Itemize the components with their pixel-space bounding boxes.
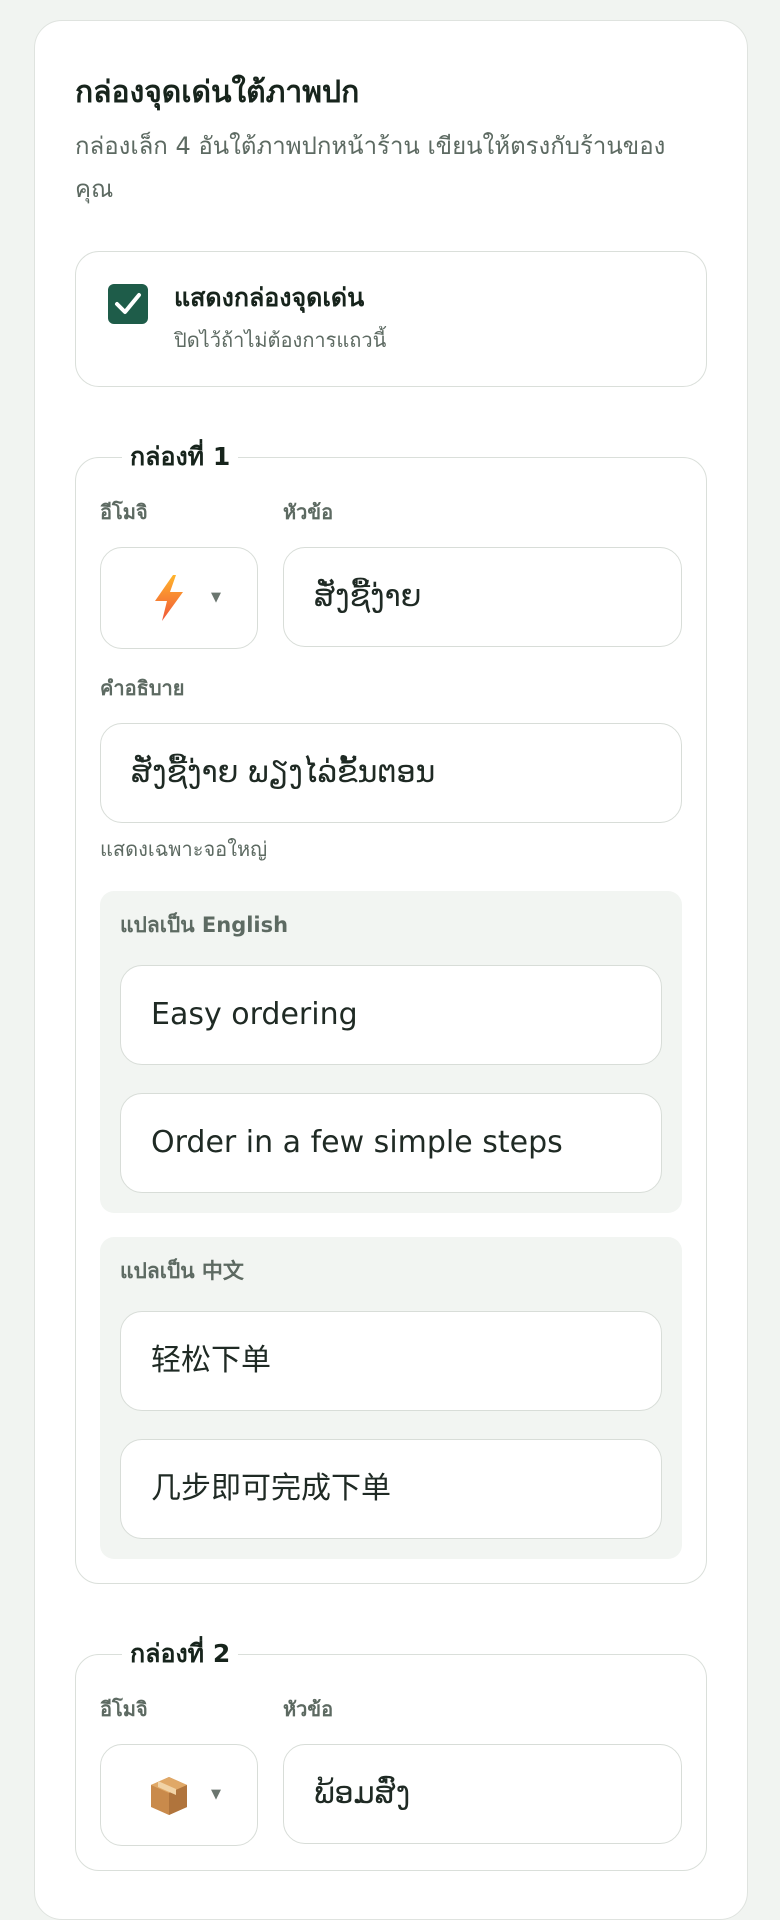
title-input[interactable]: ສັ່ງຊື້ງ່າຍ xyxy=(283,547,682,647)
feature-box-legend: กล่องที่ 1 xyxy=(130,442,231,471)
section-title: กล่องจุดเด่นใต้ภาพปก xyxy=(75,75,360,110)
emoji-label: อีโมจิ xyxy=(100,1697,148,1721)
description-label: คำอธิบาย xyxy=(100,676,185,700)
translation-zh-box: แปลเป็น 中文 轻松下单 几步即可完成下单 xyxy=(100,1237,682,1559)
chevron-down-icon: ▼ xyxy=(211,1787,221,1802)
en-title-input[interactable]: Easy ordering xyxy=(120,965,662,1065)
zh-title-input[interactable]: 轻松下单 xyxy=(120,1311,662,1411)
show-featured-toggle[interactable]: แสดงกล่องจุดเด่น ปิดไว้ถ้าไม่ต้องการแถวน… xyxy=(75,251,707,387)
feature-box-2: กล่องที่ 2 อีโมจิ ▼ หัวข้อ ພ້ອມສົ່ງ xyxy=(75,1634,707,1871)
toggle-label: แสดงกล่องจุดเด่น xyxy=(174,283,365,312)
translation-zh-label: แปลเป็น 中文 xyxy=(120,1259,244,1283)
feature-box-legend: กล่องที่ 2 xyxy=(130,1639,231,1668)
feature-box-1: กล่องที่ 1 อีโมจิ ▼ หัวข้อ ສັ່ງຊື້ງ່າຍ ค… xyxy=(75,437,707,1584)
section-description: กล่องเล็ก 4 อันใต้ภาพปกหน้าร้าน เขียนให้… xyxy=(75,132,666,203)
emoji-label: อีโมจิ xyxy=(100,500,148,524)
description-input[interactable]: ສັ່ງຊື້ງ່າຍ ພຽງໄລ່ຂັ້ນຕອນ xyxy=(100,723,682,823)
large-screen-hint: แสดงเฉพาะจอใหญ่ xyxy=(100,837,268,861)
translation-en-box: แปลเป็น English Easy ordering Order in a… xyxy=(100,891,682,1213)
checkmark-icon xyxy=(115,293,141,314)
show-featured-checkbox[interactable] xyxy=(108,284,148,324)
en-description-input[interactable]: Order in a few simple steps xyxy=(120,1093,662,1193)
package-icon xyxy=(151,1777,187,1815)
emoji-select[interactable]: ▼ xyxy=(100,1744,258,1846)
toggle-hint: ปิดไว้ถ้าไม่ต้องการแถวนี้ xyxy=(174,328,387,352)
title-label: หัวข้อ xyxy=(283,1697,334,1721)
translation-en-label: แปลเป็น English xyxy=(120,913,289,937)
title-input[interactable]: ພ້ອມສົ່ງ xyxy=(283,1744,682,1844)
emoji-select[interactable]: ▼ xyxy=(100,547,258,649)
lightning-icon xyxy=(155,575,183,621)
chevron-down-icon: ▼ xyxy=(211,590,221,605)
title-label: หัวข้อ xyxy=(283,500,334,524)
zh-description-input[interactable]: 几步即可完成下单 xyxy=(120,1439,662,1539)
featured-boxes-card: กล่องจุดเด่นใต้ภาพปก กล่องเล็ก 4 อันใต้ภ… xyxy=(34,20,748,1920)
